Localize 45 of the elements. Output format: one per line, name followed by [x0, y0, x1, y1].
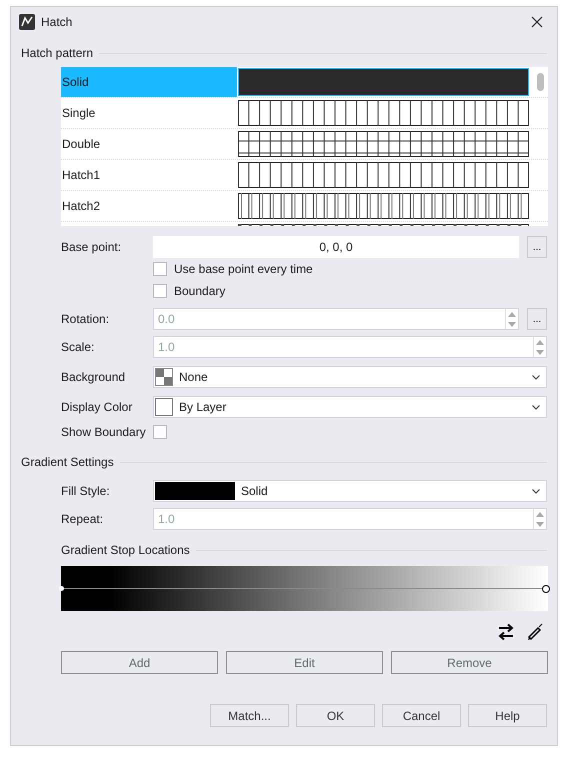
- checkbox-label: Show Boundary: [61, 425, 147, 439]
- chevron-down-icon: [532, 488, 540, 494]
- pattern-name[interactable]: Hatch2: [61, 191, 237, 221]
- pattern-name[interactable]: Hatch1: [61, 160, 237, 190]
- field-label: Display Color: [61, 400, 134, 414]
- base-point-field[interactable]: 0, 0, 0: [153, 236, 519, 258]
- pattern-name[interactable]: Single: [61, 98, 237, 128]
- dropdown[interactable]: By Layer: [153, 396, 547, 418]
- swap-arrows-icon[interactable]: [497, 623, 515, 641]
- app-icon: [19, 14, 35, 30]
- section-title: Hatch pattern: [21, 46, 94, 60]
- color-swatch-icon: [155, 398, 173, 416]
- field-label: Base point:: [61, 240, 122, 254]
- checkbox-label: Use base point every time: [174, 262, 313, 276]
- browse-button[interactable]: ...: [527, 236, 547, 258]
- checkbox[interactable]: [153, 262, 167, 276]
- checkbox-label: Boundary: [174, 284, 226, 298]
- gradient-stop-button[interactable]: Remove: [391, 651, 548, 674]
- pattern-name[interactable]: Double: [61, 129, 237, 159]
- checkbox[interactable]: [153, 284, 167, 298]
- dialog-button[interactable]: Help: [468, 704, 547, 727]
- checkbox[interactable]: [153, 425, 167, 439]
- field-label: Rotation:: [61, 312, 110, 326]
- chevron-down-icon: [532, 374, 540, 380]
- section-title: Gradient Settings: [21, 455, 114, 469]
- window-title: Hatch: [41, 15, 74, 29]
- dropdown[interactable]: None: [153, 366, 547, 388]
- dialog-button[interactable]: Match...: [210, 704, 289, 727]
- chevron-down-icon: [532, 404, 540, 410]
- dialog-button[interactable]: Cancel: [382, 704, 461, 727]
- section-title: Gradient Stop Locations: [61, 543, 190, 557]
- field-label: Fill Style:: [61, 484, 111, 498]
- dialog-button[interactable]: OK: [296, 704, 375, 727]
- field-label: Background: [61, 370, 126, 384]
- checkerboard-swatch-icon: [155, 368, 173, 386]
- gradient-stop-button[interactable]: Add: [61, 651, 218, 674]
- close-icon: [531, 16, 543, 28]
- scrollbar-thumb[interactable]: [537, 73, 544, 91]
- gradient-stop-button[interactable]: Edit: [226, 651, 383, 674]
- field-label: Scale:: [61, 340, 96, 354]
- gradient-stop-bar[interactable]: [61, 566, 548, 611]
- dropdown[interactable]: Solid: [153, 480, 547, 502]
- pattern-name[interactable]: Solid: [61, 67, 237, 97]
- field-label: Repeat:: [61, 512, 104, 526]
- pencil-icon[interactable]: [525, 623, 543, 641]
